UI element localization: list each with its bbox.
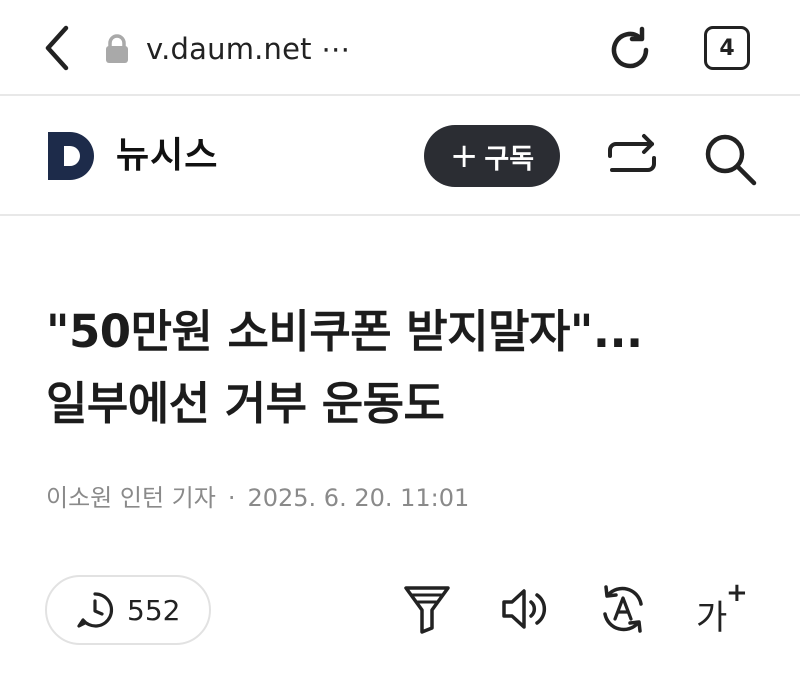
article-meta: 이소원 인턴 기자 · 2025. 6. 20. 11:01 [46, 480, 469, 516]
subscribe-button[interactable]: + 구독 [424, 125, 560, 187]
reload-icon [611, 26, 649, 69]
comment-icon [77, 592, 114, 628]
tab-count: 4 [719, 35, 735, 61]
reload-button[interactable] [606, 26, 654, 74]
funnel-icon [404, 586, 450, 634]
share-button[interactable] [604, 132, 660, 182]
share-icon [608, 134, 656, 172]
chevron-left-icon [45, 25, 69, 71]
comments-button[interactable]: 552 [45, 575, 211, 645]
translate-button[interactable] [596, 582, 650, 636]
publish-datetime: 2025. 6. 20. 11:01 [247, 484, 470, 512]
search-button[interactable] [702, 132, 758, 186]
meta-separator: · [227, 484, 236, 512]
font-size-plus: + [726, 578, 748, 608]
tab-count-button[interactable]: 4 [704, 26, 750, 70]
brand-logo[interactable] [46, 130, 98, 182]
comment-count: 552 [127, 593, 181, 627]
back-button[interactable] [36, 22, 80, 74]
url-text: v.daum.net ⋯ [146, 32, 351, 66]
headline-line-2: 일부에선 거부 운동도 [46, 377, 445, 430]
search-icon [705, 134, 757, 186]
summary-button[interactable] [400, 582, 454, 636]
lock-icon [106, 34, 128, 63]
speaker-icon [502, 589, 547, 629]
browser-toolbar: v.daum.net ⋯ 4 [0, 0, 800, 96]
address-bar[interactable]: v.daum.net ⋯ [104, 28, 350, 70]
reporter-name[interactable]: 이소원 인턴 기자 [46, 484, 216, 512]
article-headline: "50만원 소비쿠폰 받지말자"... 일부에선 거부 운동도 [46, 296, 766, 440]
site-header: 뉴시스 + 구독 [0, 96, 800, 216]
plus-icon: + [449, 136, 479, 176]
font-size-label: 가 [696, 598, 728, 638]
translate-icon [603, 585, 643, 633]
brand-name[interactable]: 뉴시스 [116, 130, 218, 182]
listen-button[interactable] [498, 582, 552, 636]
subscribe-label: 구독 [484, 143, 535, 175]
headline-line-1: "50만원 소비쿠폰 받지말자"... [46, 305, 643, 358]
font-size-button[interactable]: 가 + [696, 578, 752, 638]
